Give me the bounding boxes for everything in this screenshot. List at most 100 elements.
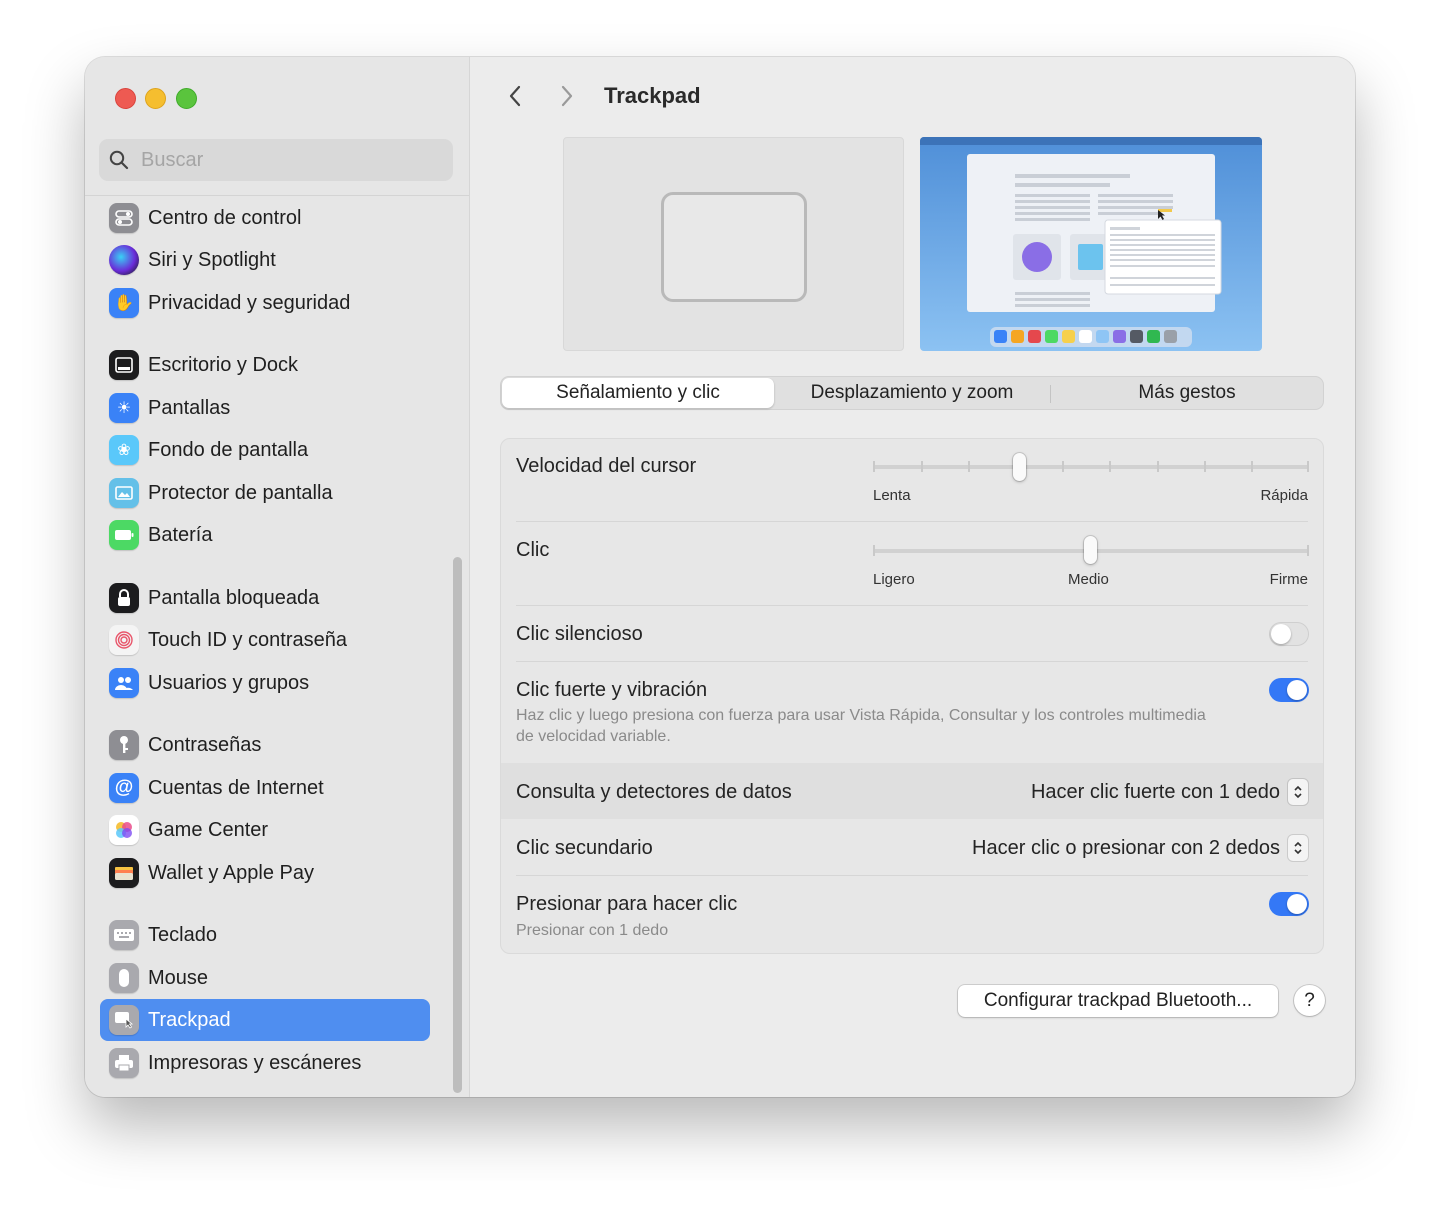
force-click-label: Clic fuerte y vibración bbox=[516, 679, 708, 701]
updown-chevron-icon bbox=[1288, 835, 1308, 861]
control-center-icon bbox=[109, 203, 139, 233]
tab-bar: Señalamiento y clic Desplazamiento y zoo… bbox=[500, 376, 1324, 410]
printer-icon bbox=[109, 1048, 139, 1078]
sidebar: Centro de control Siri y Spotlight ✋ Pri… bbox=[85, 57, 470, 1097]
settings-window: Centro de control Siri y Spotlight ✋ Pri… bbox=[85, 57, 1355, 1097]
users-icon bbox=[109, 668, 139, 698]
secondary-click-label: Clic secundario bbox=[516, 837, 653, 859]
sidebar-item-bateria[interactable]: Batería bbox=[100, 514, 430, 556]
sidebar-item-game-center[interactable]: Game Center bbox=[100, 809, 430, 851]
close-window-button[interactable] bbox=[115, 88, 136, 109]
lookup-popup[interactable]: Hacer clic fuerte con 1 dedo bbox=[1031, 779, 1308, 805]
sidebar-item-contrasenas[interactable]: Contraseñas bbox=[100, 724, 430, 766]
battery-icon bbox=[109, 520, 139, 550]
keyboard-icon bbox=[109, 920, 139, 950]
page-title: Trackpad bbox=[604, 83, 701, 108]
sidebar-item-label: Cuentas de Internet bbox=[148, 776, 324, 799]
sidebar-divider bbox=[85, 195, 469, 196]
sidebar-item-pantallas[interactable]: ☀ Pantallas bbox=[100, 387, 430, 429]
sidebar-item-label: Fondo de pantalla bbox=[148, 438, 309, 461]
lookup-value: Hacer clic fuerte con 1 dedo bbox=[1030, 780, 1280, 803]
trackpad-icon bbox=[109, 1005, 139, 1035]
hand-icon: ✋ bbox=[109, 288, 139, 318]
force-click-toggle[interactable] bbox=[1269, 678, 1309, 702]
sidebar-item-fondo[interactable]: ❀ Fondo de pantalla bbox=[100, 429, 430, 471]
sidebar-item-pantalla-bloqueada[interactable]: Pantalla bloqueada bbox=[100, 577, 430, 619]
sidebar-item-label: Escritorio y Dock bbox=[148, 353, 299, 376]
zoom-window-button[interactable] bbox=[176, 88, 197, 109]
sidebar-item-label: Centro de control bbox=[148, 206, 302, 229]
click-medium-label: Medio bbox=[1068, 571, 1109, 588]
screensaver-icon bbox=[109, 478, 139, 508]
sidebar-item-label: Mouse bbox=[148, 966, 209, 989]
updown-chevron-icon bbox=[1288, 779, 1308, 805]
tap-to-click-toggle[interactable] bbox=[1269, 892, 1309, 916]
minimize-window-button[interactable] bbox=[145, 88, 166, 109]
tap-to-click-description: Presionar con 1 dedo bbox=[516, 922, 669, 939]
click-firm-label: Firme bbox=[1269, 571, 1308, 588]
sidebar-item-label: Usuarios y grupos bbox=[148, 671, 310, 694]
sidebar-item-privacidad[interactable]: ✋ Privacidad y seguridad bbox=[100, 282, 430, 324]
secondary-click-popup[interactable]: Hacer clic o presionar con 2 dedos bbox=[972, 835, 1308, 861]
sidebar-item-label: Protector de pantalla bbox=[148, 481, 333, 504]
slider-min-label: Lenta bbox=[873, 487, 911, 504]
cursor-speed-thumb[interactable] bbox=[1013, 453, 1026, 481]
silent-click-toggle[interactable] bbox=[1269, 622, 1309, 646]
trackpad-gesture-preview bbox=[563, 137, 904, 351]
at-icon: @ bbox=[109, 773, 139, 803]
lookup-label: Consulta y detectores de datos bbox=[516, 781, 792, 803]
sun-icon: ☀ bbox=[109, 393, 139, 423]
sidebar-item-label: Siri y Spotlight bbox=[148, 248, 276, 271]
sidebar-item-cuentas[interactable]: @ Cuentas de Internet bbox=[100, 767, 430, 809]
configure-bluetooth-trackpad-button[interactable]: Configurar trackpad Bluetooth... bbox=[958, 985, 1278, 1017]
help-button[interactable]: ? bbox=[1294, 985, 1325, 1016]
sidebar-item-label: Privacidad y seguridad bbox=[148, 291, 351, 314]
sidebar-item-siri-spotlight[interactable]: Siri y Spotlight bbox=[100, 239, 430, 281]
search-input[interactable] bbox=[139, 147, 443, 173]
back-button[interactable] bbox=[500, 81, 530, 111]
sidebar-item-centro-de-control[interactable]: Centro de control bbox=[100, 197, 430, 239]
fingerprint-icon bbox=[109, 625, 139, 655]
row-divider bbox=[516, 605, 1308, 606]
force-click-description: Haz clic y luego presiona con fuerza par… bbox=[516, 707, 1206, 745]
sidebar-item-usuarios[interactable]: Usuarios y grupos bbox=[100, 662, 430, 704]
sidebar-item-label: Batería bbox=[148, 523, 213, 546]
sidebar-item-protector[interactable]: Protector de pantalla bbox=[100, 472, 430, 514]
chevron-right-icon bbox=[561, 85, 573, 107]
tab-mas-gestos[interactable]: Más gestos bbox=[1051, 378, 1323, 408]
search-field[interactable] bbox=[99, 139, 453, 181]
slider-max-label: Rápida bbox=[1260, 487, 1308, 504]
game-center-icon bbox=[109, 815, 139, 845]
sidebar-item-label: Pantalla bloqueada bbox=[148, 586, 320, 609]
row-divider bbox=[516, 875, 1308, 876]
sidebar-scrollbar[interactable] bbox=[453, 557, 462, 1093]
silent-click-label: Clic silencioso bbox=[516, 623, 643, 645]
click-label: Clic bbox=[516, 539, 550, 561]
sidebar-item-label: Trackpad bbox=[148, 1008, 231, 1031]
sidebar-item-trackpad[interactable]: Trackpad bbox=[100, 999, 430, 1041]
sidebar-item-impresoras[interactable]: Impresoras y escáneres bbox=[100, 1042, 430, 1084]
click-pressure-thumb[interactable] bbox=[1084, 536, 1097, 564]
sidebar-item-label: Game Center bbox=[148, 818, 269, 841]
forward-button[interactable] bbox=[552, 81, 582, 111]
row-divider bbox=[516, 521, 1308, 522]
tab-desplazamiento-zoom[interactable]: Desplazamiento y zoom bbox=[774, 378, 1050, 408]
cursor-speed-label: Velocidad del cursor bbox=[516, 455, 697, 477]
sidebar-item-wallet[interactable]: Wallet y Apple Pay bbox=[100, 852, 430, 894]
wallpaper-icon: ❀ bbox=[109, 435, 139, 465]
sidebar-item-teclado[interactable]: Teclado bbox=[100, 914, 430, 956]
sidebar-item-touch-id[interactable]: Touch ID y contraseña bbox=[100, 619, 430, 661]
tap-to-click-label: Presionar para hacer clic bbox=[516, 893, 738, 915]
click-light-label: Ligero bbox=[873, 571, 915, 588]
sidebar-item-escritorio-dock[interactable]: Escritorio y Dock bbox=[100, 344, 430, 386]
sidebar-item-label: Pantallas bbox=[148, 396, 231, 419]
sidebar-item-label: Contraseñas bbox=[148, 733, 262, 756]
tab-senalamiento-clic[interactable]: Señalamiento y clic bbox=[502, 378, 774, 408]
key-icon bbox=[109, 730, 139, 760]
chevron-left-icon bbox=[509, 85, 521, 107]
desktop-preview-image bbox=[920, 137, 1262, 351]
sidebar-item-label: Teclado bbox=[148, 923, 217, 946]
sidebar-item-mouse[interactable]: Mouse bbox=[100, 957, 430, 999]
sidebar-item-label: Wallet y Apple Pay bbox=[148, 861, 315, 884]
main-pane: Trackpad Señalamiento y clic Desplazamie… bbox=[470, 57, 1355, 1097]
